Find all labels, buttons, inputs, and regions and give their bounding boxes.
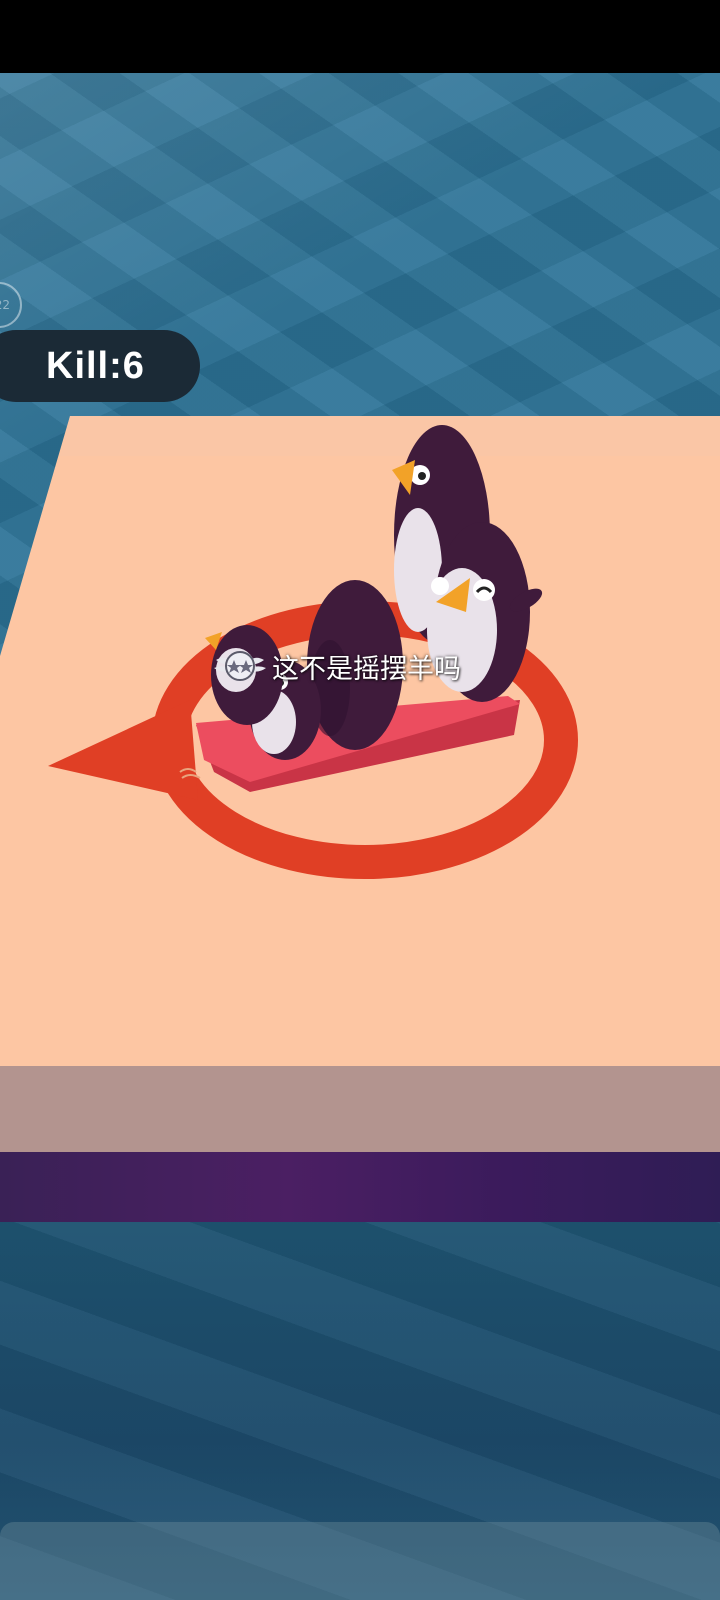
status-bar — [0, 0, 720, 73]
bottom-control-bar[interactable] — [0, 1522, 720, 1600]
kill-counter-text: Kill:6 — [46, 344, 145, 387]
chat-bubble: 这不是摇摆羊吗 — [212, 646, 461, 686]
kill-counter-panel: Kill:6 — [0, 330, 200, 402]
platform-shadow — [0, 1152, 720, 1222]
platform-edge — [0, 1066, 720, 1152]
winged-star-badge-icon — [212, 646, 268, 686]
round-counter-text: 22 — [0, 298, 10, 312]
chat-message: 这不是摇摆羊吗 — [272, 653, 461, 685]
